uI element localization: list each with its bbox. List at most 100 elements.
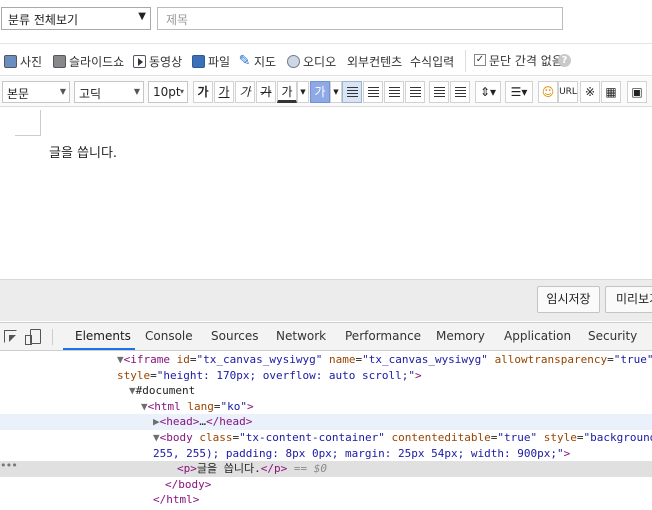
attach-audio-button[interactable]: 오디오 — [287, 52, 336, 70]
device-toolbar-icon[interactable] — [25, 329, 41, 345]
align-justify-button[interactable] — [405, 81, 425, 103]
preview-button[interactable]: 미리보기 — [605, 286, 652, 313]
tab-network[interactable]: Network — [276, 329, 326, 343]
list-button[interactable]: ☰▾ — [505, 81, 533, 103]
attach-map-label: 지도 — [254, 54, 277, 69]
align-right-button[interactable] — [384, 81, 404, 103]
tab-elements[interactable]: Elements — [75, 329, 131, 343]
dom-node-head[interactable]: ▶<head>…</head> — [0, 414, 652, 431]
dom-node-iframe[interactable]: ▼<iframe id="tx_canvas_wysiwyg" name="tx… — [0, 352, 652, 368]
attach-formula-label: 수식입력 — [410, 54, 455, 69]
background-color-dropdown[interactable]: ▼ — [330, 81, 342, 103]
tab-memory[interactable]: Memory — [436, 329, 485, 343]
outdent-button[interactable] — [450, 81, 470, 103]
align-justify-icon — [409, 87, 421, 97]
attach-external-label: 외부컨텐츠 — [347, 54, 403, 69]
page-corner-guide — [15, 110, 41, 136]
dropdown-arrow-icon: ▼ — [138, 11, 146, 22]
line-height-icon: ⇕▾ — [479, 85, 497, 99]
active-tab-indicator — [63, 348, 135, 350]
underline-button[interactable]: 가 — [214, 81, 234, 103]
inspect-element-icon[interactable] — [4, 330, 17, 343]
link-button[interactable]: URL — [558, 81, 578, 103]
temp-save-button[interactable]: 임시저장 — [537, 286, 600, 313]
tab-application[interactable]: Application — [504, 329, 571, 343]
attach-photo-label: 사진 — [20, 54, 43, 69]
slideshow-icon — [53, 54, 66, 68]
tab-sources[interactable]: Sources — [211, 329, 258, 343]
video-icon — [133, 54, 146, 68]
editor-canvas[interactable]: 글을 씁니다. — [0, 108, 652, 278]
more-options-icon[interactable]: ••• — [0, 458, 18, 474]
text-color-button[interactable]: 가 — [277, 81, 297, 103]
align-center-button[interactable] — [363, 81, 383, 103]
dom-node-body-cont: 255, 255); padding: 8px 0px; margin: 25p… — [153, 446, 571, 460]
layout-icon: ▣ — [631, 85, 643, 99]
text-color-dropdown[interactable]: ▼ — [297, 81, 309, 103]
attach-photo-button[interactable]: 사진 — [4, 52, 42, 70]
emoticon-button[interactable]: ☺ — [538, 81, 558, 103]
chevron-down-icon: ▼ — [133, 87, 140, 96]
dom-node-p-selected[interactable]: <p>글을 씁니다.</p> == $0 — [0, 461, 652, 478]
tab-security[interactable]: Security — [588, 329, 637, 343]
layout-button[interactable]: ▣ — [627, 81, 647, 103]
toolbar-divider — [52, 329, 53, 345]
tab-console[interactable]: Console — [145, 329, 193, 343]
align-left-button[interactable] — [342, 81, 362, 103]
bold-button[interactable]: 가 — [193, 81, 213, 103]
attach-file-button[interactable]: 파일 — [192, 52, 230, 70]
tab-performance[interactable]: Performance — [345, 329, 421, 343]
attach-slideshow-button[interactable]: 슬라이드쇼 — [53, 52, 124, 70]
indent-button[interactable] — [429, 81, 449, 103]
strikethrough-button[interactable]: 가 — [256, 81, 276, 103]
dom-node-html[interactable]: ▼<html lang="ko"> — [0, 399, 652, 415]
paragraph-spacing-label: 문단 간격 없음 — [489, 54, 563, 68]
map-icon: ✎ — [238, 52, 251, 69]
emoticon-icon: ☺ — [541, 85, 555, 99]
paragraph-spacing-checkbox[interactable]: ✓ — [474, 54, 486, 66]
save-bar: 임시저장 미리보기 — [0, 279, 652, 321]
dom-node-document[interactable]: ▼#document — [0, 383, 652, 399]
attach-formula-button[interactable]: 수식입력 — [410, 52, 454, 70]
dom-node-body[interactable]: ▼<body class="tx-content-container" cont… — [0, 430, 652, 446]
align-right-icon — [388, 87, 400, 97]
line-height-button[interactable]: ⇕▾ — [475, 81, 501, 103]
title-placeholder: 제목 — [166, 13, 189, 27]
category-select[interactable]: 분류 전체보기 ▼ — [1, 7, 151, 30]
background-color-button[interactable]: 가 — [310, 81, 330, 103]
font-family-select[interactable]: 고딕 ▼ — [74, 81, 144, 103]
attach-slideshow-label: 슬라이드쇼 — [69, 54, 125, 69]
expand-triangle-icon: ▼ — [153, 431, 160, 444]
attach-video-button[interactable]: 동영상 — [133, 52, 182, 70]
align-left-icon — [346, 87, 358, 97]
font-size-select[interactable]: 10pt ▾ — [148, 81, 188, 103]
attach-toolbar: 사진 슬라이드쇼 동영상 파일 ✎ 지도 오디오 외부컨텐츠 수식입력 ✓ 문단… — [0, 45, 652, 76]
outdent-icon — [454, 87, 466, 97]
attach-map-button[interactable]: ✎ 지도 — [238, 52, 276, 70]
paragraph-style-select[interactable]: 본문 ▼ — [2, 81, 70, 103]
photo-icon — [4, 54, 17, 68]
title-input[interactable]: 제목 — [157, 7, 563, 30]
align-center-icon — [367, 87, 379, 97]
dom-node-iframe-cont: style="height: 170px; overflow: auto scr… — [117, 368, 422, 382]
chevron-down-icon: ▾ — [179, 87, 184, 96]
audio-icon — [287, 54, 300, 68]
attach-video-label: 동영상 — [149, 54, 183, 69]
special-char-button[interactable]: ※ — [580, 81, 600, 103]
toolbar-divider — [465, 50, 466, 72]
expand-triangle-icon: ▼ — [129, 384, 136, 398]
dom-node-html-close[interactable]: </html> — [0, 492, 652, 508]
expand-triangle-icon: ▼ — [141, 399, 148, 413]
font-size-value: 10pt — [153, 85, 181, 99]
table-button[interactable]: ▦ — [601, 81, 621, 103]
help-icon[interactable]: ? — [558, 54, 571, 67]
attach-external-button[interactable]: 외부컨텐츠 — [347, 52, 402, 70]
file-icon — [192, 54, 205, 68]
collapse-triangle-icon: ▶ — [153, 415, 160, 429]
post-header: 분류 전체보기 ▼ 제목 — [0, 0, 652, 44]
format-toolbar: 본문 ▼ 고딕 ▼ 10pt ▾ 가 가 가 가 가 ▼ 가 ▼ ⇕▾ ☰▾ ☺… — [0, 77, 652, 107]
table-icon: ▦ — [605, 85, 617, 99]
editor-paragraph[interactable]: 글을 씁니다. — [49, 142, 117, 161]
italic-button[interactable]: 가 — [235, 81, 255, 103]
dom-node-body-close[interactable]: </body> — [0, 477, 652, 493]
